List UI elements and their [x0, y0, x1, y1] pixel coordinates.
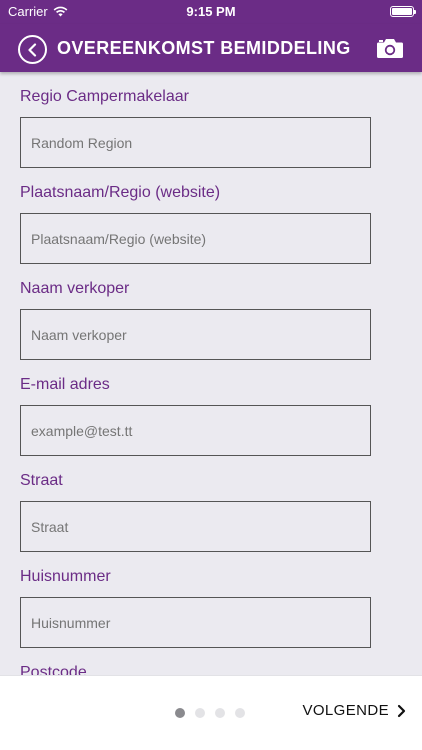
battery-icon — [390, 6, 416, 17]
status-time: 9:15 PM — [186, 4, 236, 19]
nav-bar: OVEREENKOMST BEMIDDELING — [0, 24, 422, 72]
naam-verkoper-input[interactable] — [20, 309, 371, 360]
camera-button[interactable] — [376, 37, 404, 64]
page-dot-1 — [175, 708, 185, 718]
field-label: Regio Campermakelaar — [20, 88, 189, 105]
page-dot-3 — [215, 708, 225, 718]
field-email-adres: E-mail adres — [20, 374, 371, 456]
back-button[interactable] — [18, 35, 47, 64]
field-label: E-mail adres — [20, 376, 110, 393]
plaatsnaam-regio-input[interactable] — [20, 213, 371, 264]
page-dot-4 — [235, 708, 245, 718]
chevron-right-icon — [397, 704, 406, 717]
field-label: Postcode — [20, 664, 87, 675]
field-regio-campermakelaar: Regio Campermakelaar — [20, 86, 371, 168]
field-label: Naam verkoper — [20, 280, 130, 297]
chevron-left-icon — [27, 42, 36, 57]
field-naam-verkoper: Naam verkoper — [20, 278, 371, 360]
page-dot-2 — [195, 708, 205, 718]
form-scroll-area[interactable]: Regio Campermakelaar Plaatsnaam/Regio (w… — [0, 72, 422, 675]
footer-bar: VOLGENDE — [0, 675, 422, 750]
huisnummer-input[interactable] — [20, 597, 371, 648]
straat-input[interactable] — [20, 501, 371, 552]
regio-campermakelaar-input[interactable] — [20, 117, 371, 168]
status-bar: Carrier 9:15 PM — [0, 0, 422, 24]
camera-icon — [377, 39, 403, 58]
field-straat: Straat — [20, 470, 371, 552]
field-label: Huisnummer — [20, 568, 111, 585]
field-postcode: Postcode — [20, 662, 371, 675]
next-button[interactable]: VOLGENDE — [302, 702, 406, 719]
next-button-label: VOLGENDE — [302, 702, 389, 719]
email-input[interactable] — [20, 405, 371, 456]
page-indicator — [175, 708, 245, 718]
field-label: Straat — [20, 472, 63, 489]
field-huisnummer: Huisnummer — [20, 566, 371, 648]
field-plaatsnaam-regio: Plaatsnaam/Regio (website) — [20, 182, 371, 264]
field-label: Plaatsnaam/Regio (website) — [20, 184, 221, 201]
page-title: OVEREENKOMST BEMIDDELING — [57, 38, 351, 58]
